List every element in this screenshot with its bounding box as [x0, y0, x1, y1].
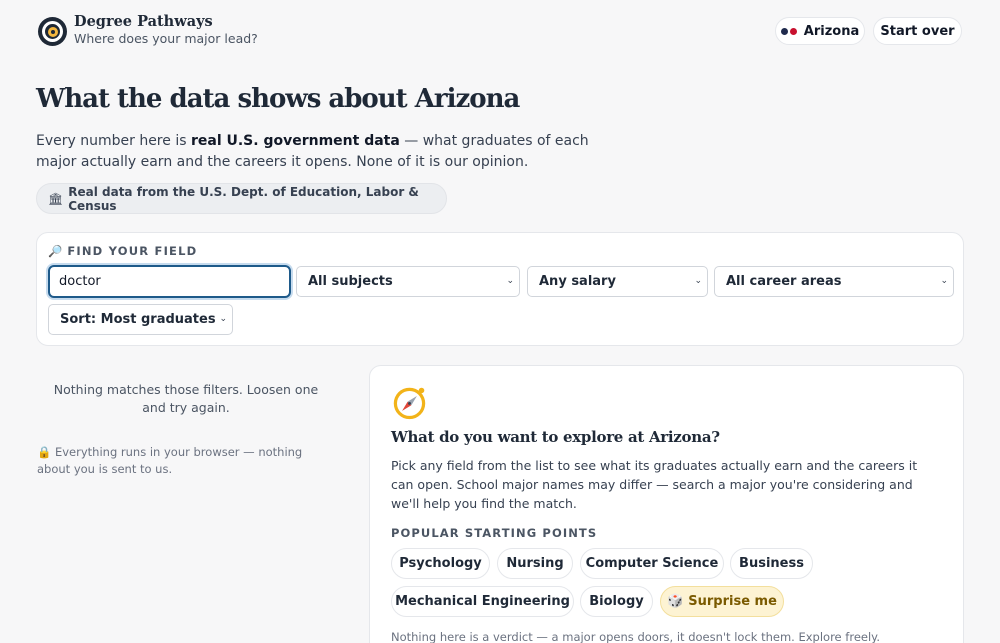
career-area-select[interactable]: All career areas ⌄: [714, 266, 954, 297]
target-logo-icon: [38, 17, 67, 46]
data-source-text: Real data from the U.S. Dept. of Educati…: [68, 184, 419, 213]
chip-computer-science[interactable]: Computer Science: [580, 548, 724, 579]
state-selector-button[interactable]: Arizona: [775, 17, 865, 45]
compass-icon: [393, 387, 426, 420]
surprise-me-button[interactable]: 🎲 Surprise me: [660, 586, 784, 617]
subject-select[interactable]: All subjects ⌄: [296, 266, 520, 297]
magnifier-icon: 🔎: [48, 244, 63, 258]
state-dot-icon: [789, 27, 797, 35]
sort-select[interactable]: Sort: Most graduates ⌄: [48, 304, 233, 335]
search-input[interactable]: [48, 265, 291, 298]
brand-subtitle: Where does your major lead?: [74, 31, 258, 46]
chevron-down-icon: ⌄: [940, 276, 948, 286]
bank-icon: 🏛: [48, 191, 64, 206]
intro-text: Every number here is real U.S. governmen…: [36, 133, 589, 170]
explore-description: Pick any field from the list to see what…: [391, 458, 918, 511]
privacy-note: 🔒 Everything runs in your browser — noth…: [37, 445, 303, 476]
popular-label: POPULAR STARTING POINTS: [391, 526, 598, 540]
find-field-label: 🔎 FIND YOUR FIELD: [48, 244, 198, 258]
empty-results-message: Nothing matches those filters. Loosen on…: [53, 382, 319, 415]
chip-mechanical-engineering[interactable]: Mechanical Engineering: [391, 586, 574, 617]
chip-biology[interactable]: Biology: [580, 586, 653, 617]
page-title: What the data shows about Arizona: [36, 84, 520, 114]
filter-panel: 🔎FIND YOUR FIELD All subjects ⌄ Any sala…: [36, 232, 964, 346]
chip-psychology[interactable]: Psychology: [391, 548, 490, 579]
dice-icon: 🎲: [667, 594, 684, 609]
explore-footnote: Nothing here is a verdict — a major open…: [391, 630, 880, 643]
chevron-down-icon: ⌄: [694, 276, 702, 286]
chip-nursing[interactable]: Nursing: [497, 548, 573, 579]
explore-title: What do you want to explore at Arizona?: [391, 428, 720, 446]
chevron-down-icon: ⌄: [506, 276, 514, 286]
state-button-label: Arizona: [803, 23, 860, 39]
state-dot-icon: [780, 27, 788, 35]
explore-panel: What do you want to explore at Arizona? …: [369, 365, 964, 643]
chip-business[interactable]: Business: [730, 548, 813, 579]
start-over-button[interactable]: Start over: [873, 17, 962, 45]
app-header: Degree Pathways Where does your major le…: [0, 0, 1000, 62]
salary-select[interactable]: Any salary ⌄: [527, 266, 708, 297]
lock-icon: 🔒: [37, 445, 52, 459]
chevron-down-icon: ⌄: [219, 314, 227, 324]
brand-title: Degree Pathways: [74, 13, 213, 30]
data-source-badge: 🏛 Real data from the U.S. Dept. of Educa…: [36, 183, 447, 214]
